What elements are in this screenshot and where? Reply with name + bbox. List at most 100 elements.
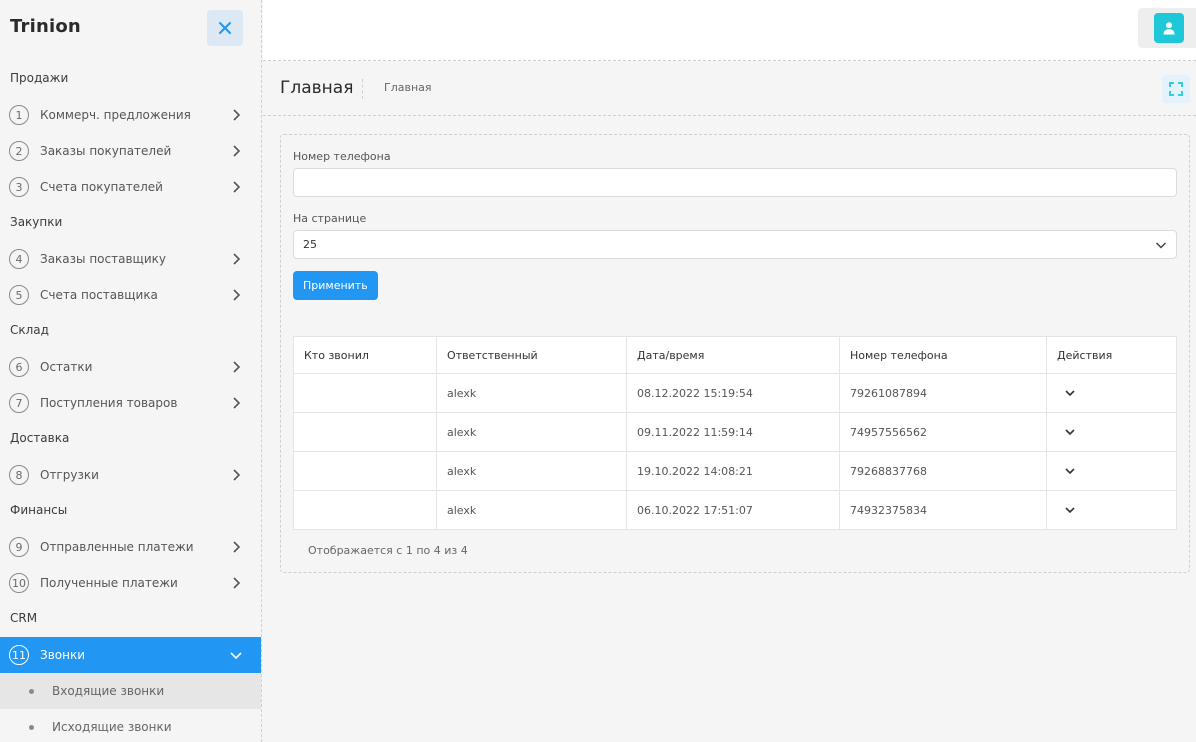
per-page-value: 25: [303, 238, 317, 251]
column-header: Кто звонил: [293, 336, 437, 374]
calls-card: Номер телефона На странице 25 Применить …: [280, 134, 1190, 573]
sidebar-subitem-incoming-calls[interactable]: Входящие звонки: [0, 673, 261, 709]
bullet-icon: [29, 688, 34, 694]
phone-cell: 74957556562: [839, 412, 1047, 452]
sidebar-item-quotes[interactable]: 1 Коммерч. предложения: [0, 97, 261, 133]
table-summary: Отображается с 1 по 4 из 4: [308, 544, 468, 557]
responsible-cell: alexk: [436, 451, 627, 491]
sidebar-item-calls[interactable]: 11 Звонки: [0, 637, 261, 673]
sidebar-item-customer-orders[interactable]: 2 Заказы покупателей: [0, 133, 261, 169]
chevron-down-icon: [1065, 390, 1075, 397]
sidebar-item-supplier-invoices[interactable]: 5 Счета поставщика: [0, 277, 261, 313]
close-sidebar-button[interactable]: [207, 10, 243, 46]
nav-number: 7: [9, 393, 29, 413]
sidebar-item-label: Счета покупателей: [40, 180, 163, 194]
sidebar-item-customer-invoices[interactable]: 3 Счета покупателей: [0, 169, 261, 205]
sidebar-item-received-payments[interactable]: 10 Полученные платежи: [0, 565, 261, 601]
actions-dropdown-button[interactable]: [1061, 501, 1079, 519]
column-header: Ответственный: [436, 336, 627, 374]
sidebar-item-label: Счета поставщика: [40, 288, 158, 302]
sidebar-item-label: Полученные платежи: [40, 576, 178, 590]
chevron-down-icon: [1065, 429, 1075, 436]
column-header: Дата/время: [626, 336, 840, 374]
sidebar-item-label: Поступления товаров: [40, 396, 178, 410]
breadcrumb[interactable]: Главная: [384, 81, 432, 94]
actions-cell: [1046, 412, 1177, 452]
sidebar-subitem-label: Исходящие звонки: [52, 720, 172, 734]
calls-table: Кто звонил Ответственный Дата/время Номе…: [293, 336, 1177, 530]
fullscreen-button[interactable]: [1162, 75, 1190, 103]
sidebar-item-label: Звонки: [40, 648, 85, 662]
sidebar-item-goods-receipts[interactable]: 7 Поступления товаров: [0, 385, 261, 421]
nav-number: 4: [9, 249, 29, 269]
actions-cell: [1046, 373, 1177, 413]
chevron-right-icon: [233, 577, 241, 589]
nav-number: 10: [9, 573, 29, 593]
sidebar-item-sent-payments[interactable]: 9 Отправленные платежи: [0, 529, 261, 565]
chevron-right-icon: [233, 145, 241, 157]
chevron-right-icon: [233, 541, 241, 553]
actions-dropdown-button[interactable]: [1061, 423, 1079, 441]
section-finance: Финансы: [10, 503, 68, 517]
chevron-right-icon: [233, 253, 241, 265]
brand-logo: Trinion: [10, 16, 81, 37]
sidebar-item-label: Коммерч. предложения: [40, 108, 191, 122]
nav-number: 8: [9, 465, 29, 485]
actions-cell: [1046, 490, 1177, 530]
nav-number: 6: [9, 357, 29, 377]
header-divider: [362, 79, 363, 99]
caller-cell: [293, 412, 437, 452]
phone-cell: 79261087894: [839, 373, 1047, 413]
table-row: alexk 09.11.2022 11:59:14 74957556562: [293, 412, 1177, 452]
per-page-select[interactable]: 25: [293, 230, 1177, 259]
apply-button[interactable]: Применить: [293, 271, 378, 300]
chevron-right-icon: [233, 397, 241, 409]
chevron-right-icon: [233, 469, 241, 481]
page-title: Главная: [280, 78, 354, 98]
actions-dropdown-button[interactable]: [1061, 384, 1079, 402]
sidebar-item-label: Заказы поставщику: [40, 252, 166, 266]
bullet-icon: [29, 724, 34, 730]
nav-number: 3: [9, 177, 29, 197]
user-icon: [1154, 13, 1184, 43]
section-sales: Продажи: [10, 71, 69, 85]
actions-dropdown-button[interactable]: [1061, 462, 1079, 480]
sidebar-item-stock[interactable]: 6 Остатки: [0, 349, 261, 385]
caller-cell: [293, 451, 437, 491]
nav-number: 9: [9, 537, 29, 557]
sidebar-item-label: Остатки: [40, 360, 93, 374]
sidebar-subitem-outgoing-calls[interactable]: Исходящие звонки: [0, 709, 261, 742]
phone-cell: 79268837768: [839, 451, 1047, 491]
datetime-cell: 08.12.2022 15:19:54: [626, 373, 840, 413]
fullscreen-icon: [1169, 82, 1183, 96]
responsible-cell: alexk: [436, 490, 627, 530]
chevron-right-icon: [233, 109, 241, 121]
close-icon: [219, 22, 231, 34]
section-delivery: Доставка: [10, 431, 70, 445]
chevron-right-icon: [233, 361, 241, 373]
per-page-label: На странице: [293, 212, 367, 225]
responsible-cell: alexk: [436, 412, 627, 452]
caller-cell: [293, 373, 437, 413]
table-row: alexk 06.10.2022 17:51:07 74932375834: [293, 490, 1177, 530]
section-purchases: Закупки: [10, 215, 63, 229]
user-menu-button[interactable]: [1138, 8, 1196, 48]
sidebar-item-supplier-orders[interactable]: 4 Заказы поставщику: [0, 241, 261, 277]
sidebar-item-label: Отгрузки: [40, 468, 99, 482]
chevron-down-icon: [230, 652, 242, 660]
section-crm: CRM: [10, 611, 38, 625]
sidebar-item-shipments[interactable]: 8 Отгрузки: [0, 457, 261, 493]
chevron-down-icon: [1065, 507, 1075, 514]
chevron-down-icon: [1065, 468, 1075, 475]
table-row: alexk 08.12.2022 15:19:54 79261087894: [293, 373, 1177, 413]
phone-label: Номер телефона: [293, 150, 391, 163]
nav-number: 1: [9, 105, 29, 125]
table-row: alexk 19.10.2022 14:08:21 79268837768: [293, 451, 1177, 491]
sidebar-subitem-label: Входящие звонки: [52, 684, 165, 698]
datetime-cell: 06.10.2022 17:51:07: [626, 490, 840, 530]
sidebar: Trinion Продажи 1 Коммерч. предложения 2…: [0, 0, 262, 742]
datetime-cell: 09.11.2022 11:59:14: [626, 412, 840, 452]
caller-cell: [293, 490, 437, 530]
chevron-right-icon: [233, 181, 241, 193]
phone-input[interactable]: [293, 168, 1177, 197]
